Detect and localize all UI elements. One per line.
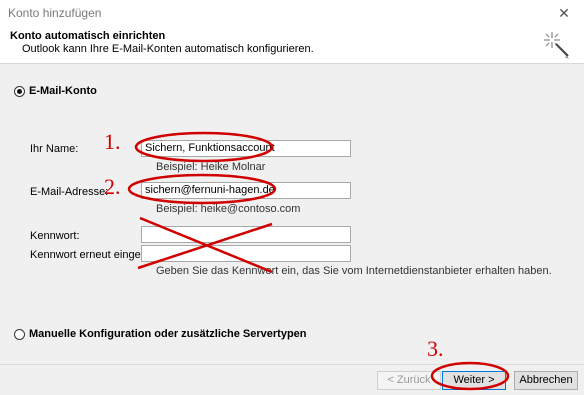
name-example: Beispiel: Heike Molnar [156, 161, 266, 173]
password-confirm-input[interactable] [141, 245, 351, 262]
close-icon[interactable]: ✕ [544, 0, 584, 26]
title-bar: Konto hinzufügen ✕ [0, 0, 584, 26]
back-button[interactable]: < Zurück [377, 371, 441, 390]
password-label: Kennwort: [30, 230, 80, 242]
window-title: Konto hinzufügen [8, 6, 102, 20]
email-account-label: E-Mail-Konto [29, 85, 97, 97]
name-input[interactable]: Sichern, Funktionsaccount [141, 140, 351, 157]
wizard-header: Konto automatisch einrichten Outlook kan… [0, 26, 584, 64]
annotation-step-2: 2. [104, 174, 121, 199]
annotation-step-1: 1. [104, 129, 121, 154]
header-subtitle: Outlook kann Ihre E-Mail-Konten automati… [22, 43, 314, 55]
button-bar: < Zurück Weiter > Abbrechen [0, 364, 584, 395]
email-account-radio[interactable] [14, 86, 25, 97]
password-input[interactable] [141, 226, 351, 243]
email-label: E-Mail-Adresse: [30, 186, 109, 198]
header-title: Konto automatisch einrichten [10, 30, 166, 42]
next-button[interactable]: Weiter > [442, 371, 506, 390]
wizard-sparkle-icon [544, 32, 569, 59]
email-example: Beispiel: heike@contoso.com [156, 203, 301, 215]
manual-config-radio[interactable] [14, 329, 25, 340]
password-hint: Geben Sie das Kennwort ein, das Sie vom … [156, 265, 552, 277]
annotation-step-3: 3. [427, 336, 444, 361]
manual-config-label: Manuelle Konfiguration oder zusätzliche … [29, 328, 307, 340]
cancel-button[interactable]: Abbrechen [514, 371, 578, 390]
email-input[interactable]: sichern@fernuni-hagen.de [141, 182, 351, 199]
name-label: Ihr Name: [30, 143, 79, 155]
